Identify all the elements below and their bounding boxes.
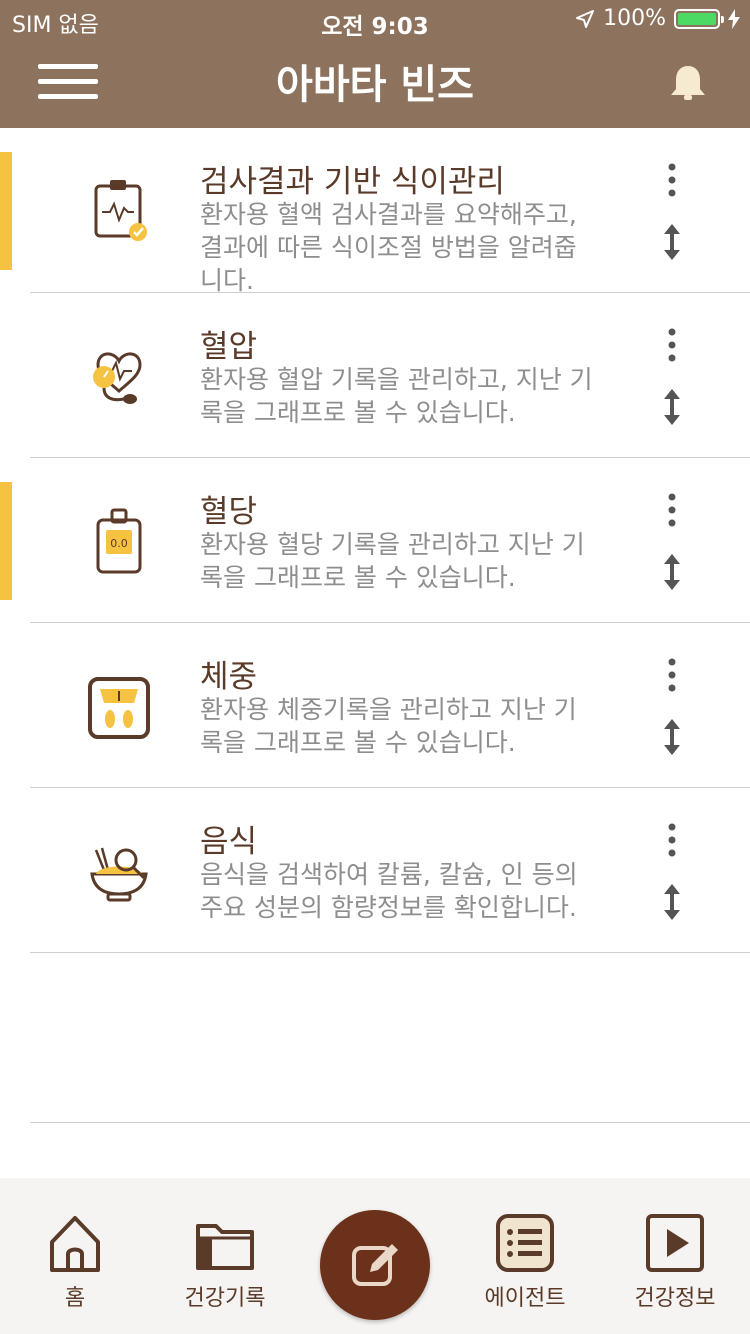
more-vertical-icon[interactable] <box>662 657 682 693</box>
list-item-blood-sugar[interactable]: 0.0 혈당 환자용 혈당 기록을 관리하고 지난 기 록을 그래프로 볼 수 … <box>0 458 750 623</box>
battery-icon <box>674 8 724 29</box>
drag-handle-icon[interactable] <box>660 387 684 427</box>
tab-home[interactable]: 홈 <box>0 1212 150 1312</box>
checklist-icon <box>496 1214 554 1272</box>
list-item-lab-diet[interactable]: 검사결과 기반 식이관리 환자용 혈액 검사결과를 요약해주고, 결과에 따른 … <box>0 128 750 295</box>
status-right: 100% <box>575 6 740 31</box>
list-item-weight[interactable]: 체중 환자용 체중기록을 관리하고 지난 기 록을 그래프로 볼 수 있습니다. <box>0 623 750 788</box>
tab-health-info[interactable]: 건강정보 <box>600 1212 750 1312</box>
scale-icon <box>88 677 150 739</box>
item-description: 환자용 체중기록을 관리하고 지난 기 록을 그래프로 볼 수 있습니다. <box>200 695 577 757</box>
item-description: 음식을 검색하여 칼륨, 칼슘, 인 등의 주요 성분의 함량정보를 확인합니다… <box>200 860 578 922</box>
clipboard-check-icon <box>94 180 147 241</box>
glucose-reading: 0.0 <box>110 537 128 550</box>
tab-label: 홈 <box>64 1286 86 1311</box>
item-title: 혈당 <box>200 494 258 530</box>
bell-icon <box>671 66 705 100</box>
food-search-icon <box>90 847 148 902</box>
drag-handle-icon[interactable] <box>660 222 684 262</box>
item-title: 검사결과 기반 식이관리 <box>200 164 505 200</box>
location-icon <box>576 9 595 28</box>
blood-pressure-icon <box>93 352 142 404</box>
list-item-food[interactable]: 음식 음식을 검색하여 칼륨, 칼슘, 인 등의 주요 성분의 함량정보를 확인… <box>0 788 750 953</box>
charging-icon <box>728 8 740 29</box>
item-title: 체중 <box>200 659 258 695</box>
glucose-meter-icon: 0.0 <box>96 508 142 574</box>
tab-label: 건강정보 <box>634 1286 716 1311</box>
tab-label: 건강기록 <box>184 1286 266 1311</box>
item-description: 환자용 혈당 기록을 관리하고 지난 기 록을 그래프로 볼 수 있습니다. <box>200 530 585 592</box>
drag-handle-icon[interactable] <box>660 717 684 757</box>
item-title: 혈압 <box>200 329 258 365</box>
tab-health-record[interactable]: 건강기록 <box>150 1212 300 1312</box>
app-title: 아바타 빈즈 <box>276 62 474 108</box>
divider <box>30 952 750 953</box>
tab-agent[interactable]: 에이전트 <box>450 1212 600 1312</box>
highlight-bar <box>0 482 12 600</box>
home-icon <box>50 1216 100 1272</box>
more-vertical-icon[interactable] <box>662 492 682 528</box>
more-vertical-icon[interactable] <box>662 822 682 858</box>
list-item-blood-pressure[interactable]: 혈압 환자용 혈압 기록을 관리하고, 지난 기 록을 그래프로 볼 수 있습니… <box>0 293 750 458</box>
divider <box>30 1122 750 1123</box>
write-button[interactable] <box>320 1210 430 1320</box>
header: SIM 없음 오전 9:03 100% 아바타 빈즈 <box>0 0 750 128</box>
more-vertical-icon[interactable] <box>662 162 682 198</box>
menu-list: 검사결과 기반 식이관리 환자용 혈액 검사결과를 요약해주고, 결과에 따른 … <box>0 128 750 953</box>
tab-label: 에이전트 <box>484 1286 566 1311</box>
drag-handle-icon[interactable] <box>660 882 684 922</box>
item-description: 환자용 혈압 기록을 관리하고, 지난 기 록을 그래프로 볼 수 있습니다. <box>200 365 593 427</box>
item-title: 음식 <box>200 824 258 860</box>
item-description: 환자용 혈액 검사결과를 요약해주고, 결과에 따른 식이조절 방법을 알려줍 … <box>200 200 577 295</box>
edit-icon <box>352 1244 398 1286</box>
drag-handle-icon[interactable] <box>660 552 684 592</box>
highlight-bar <box>0 152 12 270</box>
notification-button[interactable] <box>667 62 709 104</box>
folder-icon <box>196 1224 254 1270</box>
battery-percent: 100% <box>603 6 666 31</box>
play-video-icon <box>646 1214 704 1272</box>
status-bar: SIM 없음 오전 9:03 100% <box>0 0 750 40</box>
more-vertical-icon[interactable] <box>662 327 682 363</box>
